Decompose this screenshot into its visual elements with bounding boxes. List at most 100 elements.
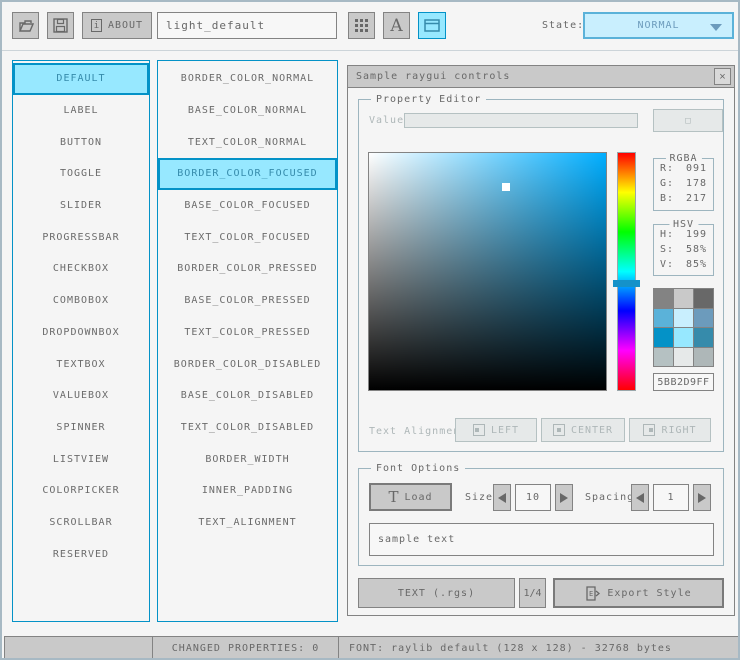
control-item-textbox[interactable]: TEXTBOX bbox=[13, 348, 149, 380]
spacing-increase-button[interactable] bbox=[693, 484, 711, 511]
property-item[interactable]: TEXT_COLOR_DISABLED bbox=[158, 412, 337, 444]
size-decrease-button[interactable] bbox=[493, 484, 511, 511]
font-view-button[interactable]: A bbox=[383, 12, 410, 39]
property-item[interactable]: TEXT_COLOR_PRESSED bbox=[158, 317, 337, 349]
grid-icon bbox=[355, 19, 368, 32]
window-title: Sample raygui controls bbox=[356, 71, 510, 82]
property-item[interactable]: BORDER_COLOR_PRESSED bbox=[158, 253, 337, 285]
status-changed-properties: CHANGED PROPERTIES: 0 bbox=[152, 636, 339, 660]
hex-color-input[interactable]: 5BB2D9FF bbox=[653, 373, 714, 391]
value-slider[interactable] bbox=[404, 113, 638, 128]
palette-swatch[interactable] bbox=[654, 348, 673, 367]
open-file-button[interactable] bbox=[12, 12, 39, 39]
property-item[interactable]: BORDER_COLOR_NORMAL bbox=[158, 63, 337, 95]
sample-text-input[interactable]: sample text bbox=[369, 523, 714, 556]
control-item-toggle[interactable]: TOGGLE bbox=[13, 158, 149, 190]
s-label: S: bbox=[660, 244, 674, 255]
save-file-button[interactable] bbox=[47, 12, 74, 39]
control-item-scrollbar[interactable]: SCROLLBAR bbox=[13, 507, 149, 539]
palette-swatch[interactable] bbox=[674, 348, 693, 367]
folder-open-icon bbox=[18, 19, 34, 33]
font-t-icon: T bbox=[388, 488, 398, 506]
state-dropdown[interactable]: NORMAL bbox=[583, 12, 734, 39]
property-item[interactable]: BASE_COLOR_PRESSED bbox=[158, 285, 337, 317]
control-item-valuebox[interactable]: VALUEBOX bbox=[13, 380, 149, 412]
style-table-button[interactable] bbox=[348, 12, 375, 39]
spacing-value-box[interactable]: 1 bbox=[653, 484, 689, 511]
window-titlebar[interactable]: Sample raygui controls × bbox=[348, 66, 734, 88]
control-item-button[interactable]: BUTTON bbox=[13, 126, 149, 158]
spacing-decrease-button[interactable] bbox=[631, 484, 649, 511]
hsv-group: HSV H:199 S:58% V:85% bbox=[653, 224, 714, 276]
b-value: 217 bbox=[686, 193, 707, 204]
color-saturation-value-panel[interactable] bbox=[368, 152, 607, 391]
size-value-box[interactable]: 10 bbox=[515, 484, 551, 511]
property-item[interactable]: TEXT_COLOR_NORMAL bbox=[158, 126, 337, 158]
arrow-left-icon bbox=[636, 493, 644, 503]
align-right-button[interactable]: RIGHT bbox=[629, 418, 711, 442]
hue-slider[interactable] bbox=[617, 152, 636, 391]
close-window-button[interactable]: × bbox=[714, 68, 731, 85]
arrow-right-icon bbox=[698, 493, 706, 503]
state-dropdown-value: NORMAL bbox=[637, 20, 679, 31]
property-item-selected[interactable]: BORDER_COLOR_FOCUSED bbox=[158, 158, 337, 190]
palette-swatch[interactable] bbox=[694, 348, 713, 367]
property-item[interactable]: BORDER_WIDTH bbox=[158, 443, 337, 475]
control-item-default[interactable]: DEFAULT bbox=[13, 63, 149, 95]
font-a-icon: A bbox=[390, 16, 402, 36]
value-apply-button[interactable]: □ bbox=[653, 109, 723, 132]
property-item[interactable]: TEXT_ALIGNMENT bbox=[158, 507, 337, 539]
align-left-button[interactable]: LEFT bbox=[455, 418, 537, 442]
font-load-button[interactable]: T Load bbox=[369, 483, 452, 511]
arrow-left-icon bbox=[498, 493, 506, 503]
property-item[interactable]: BASE_COLOR_DISABLED bbox=[158, 380, 337, 412]
changed-properties-text: CHANGED PROPERTIES: 0 bbox=[172, 643, 319, 654]
floppy-save-icon bbox=[53, 18, 68, 33]
property-item[interactable]: BASE_COLOR_NORMAL bbox=[158, 95, 337, 127]
control-item-dropdownbox[interactable]: DROPDOWNBOX bbox=[13, 317, 149, 349]
format-pager-button[interactable]: 1/4 bbox=[519, 578, 546, 608]
property-item[interactable]: TEXT_COLOR_FOCUSED bbox=[158, 221, 337, 253]
font-options-group-label: Font Options bbox=[371, 463, 465, 474]
property-item[interactable]: BASE_COLOR_FOCUSED bbox=[158, 190, 337, 222]
control-item-label[interactable]: LABEL bbox=[13, 95, 149, 127]
palette-swatch[interactable] bbox=[694, 309, 713, 328]
export-format-button[interactable]: TEXT (.rgs) bbox=[358, 578, 515, 608]
palette-swatch[interactable] bbox=[694, 328, 713, 347]
export-style-button[interactable]: E Export Style bbox=[553, 578, 724, 608]
h-value: 199 bbox=[686, 229, 707, 240]
palette-swatch[interactable] bbox=[674, 309, 693, 328]
chevron-down-icon bbox=[710, 24, 722, 31]
status-font-info: FONT: raylib default (128 x 128) - 32768… bbox=[338, 636, 740, 660]
control-item-reserved[interactable]: RESERVED bbox=[13, 538, 149, 570]
size-increase-button[interactable] bbox=[555, 484, 573, 511]
control-item-combobox[interactable]: COMBOBOX bbox=[13, 285, 149, 317]
palette-swatch[interactable] bbox=[654, 289, 673, 308]
r-value: 091 bbox=[686, 163, 707, 174]
palette-swatch[interactable] bbox=[654, 309, 673, 328]
control-item-progressbar[interactable]: PROGRESSBAR bbox=[13, 221, 149, 253]
property-item[interactable]: INNER_PADDING bbox=[158, 475, 337, 507]
align-center-icon bbox=[553, 424, 565, 436]
window-view-button[interactable] bbox=[418, 12, 446, 39]
window-icon bbox=[424, 19, 440, 32]
align-center-button[interactable]: CENTER bbox=[541, 418, 625, 442]
palette-swatch[interactable] bbox=[674, 328, 693, 347]
palette-swatch[interactable] bbox=[654, 328, 673, 347]
control-item-slider[interactable]: SLIDER bbox=[13, 190, 149, 222]
control-item-spinner[interactable]: SPINNER bbox=[13, 412, 149, 444]
controls-list: DEFAULT LABEL BUTTON TOGGLE SLIDER PROGR… bbox=[12, 60, 150, 622]
palette-swatch[interactable] bbox=[694, 289, 713, 308]
style-name-input[interactable] bbox=[157, 12, 337, 39]
align-right-label: RIGHT bbox=[661, 425, 696, 436]
format-pager-value: 1/4 bbox=[523, 588, 541, 599]
color-picker-cursor[interactable] bbox=[502, 183, 510, 191]
control-item-colorpicker[interactable]: COLORPICKER bbox=[13, 475, 149, 507]
palette-swatch[interactable] bbox=[674, 289, 693, 308]
control-item-checkbox[interactable]: CHECKBOX bbox=[13, 253, 149, 285]
control-item-listview[interactable]: LISTVIEW bbox=[13, 443, 149, 475]
about-button[interactable]: i ABOUT bbox=[82, 12, 152, 39]
property-item[interactable]: BORDER_COLOR_DISABLED bbox=[158, 348, 337, 380]
property-editor-group-label: Property Editor bbox=[371, 94, 486, 105]
hue-slider-handle[interactable] bbox=[613, 280, 640, 287]
